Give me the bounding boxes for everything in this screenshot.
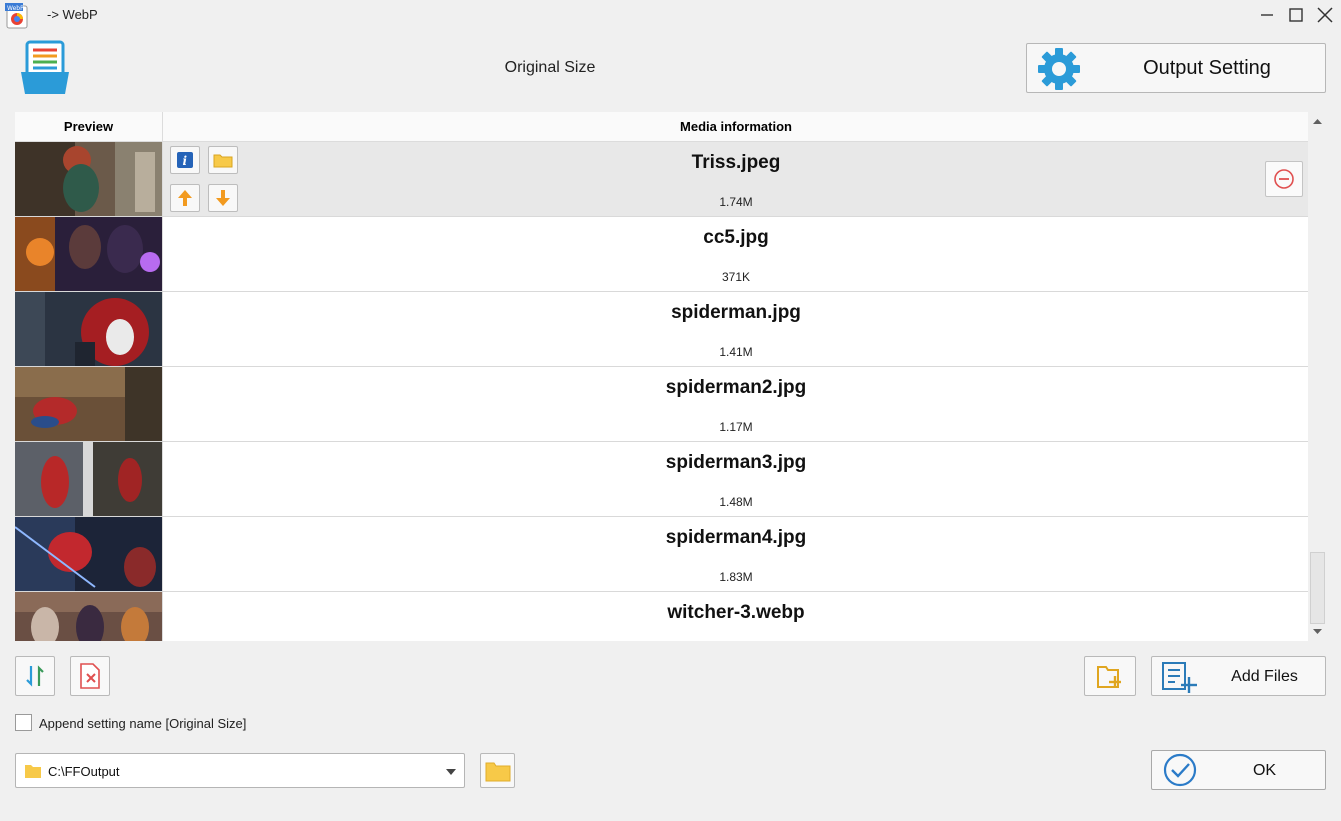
gear-icon [1036,46,1082,92]
output-folder-value: C:\FFOutput [48,764,120,779]
table-row[interactable]: i Triss.jpeg 1.74M [15,142,1308,217]
remove-item-button[interactable] [1265,161,1303,197]
scroll-thumb[interactable] [1310,552,1325,624]
add-files-label: Add Files [1231,668,1298,685]
preview-thumbnail [15,142,163,216]
file-size: 1.74M [719,195,753,209]
browse-folder-button[interactable] [480,753,515,788]
close-button[interactable] [1308,0,1341,30]
svg-text:WebP: WebP [7,5,24,12]
preview-thumbnail [15,367,163,441]
add-folder-icon [1097,666,1121,688]
column-header-preview: Preview [15,112,163,142]
window-title: -> WebP [47,7,98,22]
table-row[interactable]: cc5.jpg 371K [15,217,1308,292]
output-folder-select[interactable]: C:\FFOutput [15,753,465,788]
folder-icon [25,765,41,778]
file-size: 1.17M [719,420,753,434]
preview-thumbnail [15,517,163,591]
preview-thumbnail [15,217,163,291]
output-setting-button[interactable]: Output Setting [1026,43,1326,93]
add-folder-button[interactable] [1084,656,1136,696]
table-header: Preview Media information [15,112,1308,142]
ok-button[interactable]: OK [1151,750,1326,790]
scroll-up-icon[interactable] [1309,114,1326,128]
column-header-media-information: Media information [680,119,792,134]
table-row[interactable]: witcher-3.webp [15,592,1308,641]
sort-button[interactable] [15,656,55,696]
ok-label: OK [1252,762,1277,779]
preview-thumbnail [15,592,163,641]
file-name: cc5.jpg [703,227,769,248]
table-row[interactable]: spiderman.jpg 1.41M [15,292,1308,367]
table-row[interactable]: spiderman4.jpg 1.83M [15,517,1308,592]
folder-icon [485,762,510,781]
file-size: 1.41M [719,345,753,359]
file-name: spiderman.jpg [671,302,801,323]
remove-icon [1274,169,1294,189]
table-row[interactable]: spiderman2.jpg 1.17M [15,367,1308,442]
file-name: witcher-3.webp [667,602,805,623]
vertical-scrollbar[interactable] [1309,112,1326,641]
preview-thumbnail [15,292,163,366]
check-circle-icon [1163,753,1197,787]
minimize-icon [1261,14,1273,16]
table-row[interactable]: spiderman3.jpg 1.48M [15,442,1308,517]
add-files-button[interactable]: Add Files [1151,656,1326,696]
maximize-icon [1289,8,1303,22]
profile-name: Original Size [504,59,596,76]
output-setting-label: Output Setting [1143,57,1271,79]
task-list-icon [19,40,71,96]
file-name: Triss.jpeg [691,152,781,173]
clear-list-button[interactable] [70,656,110,696]
title-bar: WebP -> WebP [0,0,1341,30]
file-list: Preview Media information i Triss.jpeg 1… [15,112,1308,641]
file-size: 1.83M [719,570,753,584]
append-setting-label[interactable]: Append setting name [Original Size] [39,716,246,731]
sort-icon [26,665,44,687]
file-name: spiderman4.jpg [665,527,807,548]
preview-thumbnail [15,442,163,516]
file-name: spiderman3.jpg [665,452,807,473]
scroll-down-icon[interactable] [1309,625,1326,639]
add-files-icon [1162,662,1197,693]
file-name: spiderman2.jpg [665,377,807,398]
append-setting-checkbox[interactable] [15,714,32,731]
app-icon: WebP [4,2,30,30]
chevron-down-icon [446,769,456,775]
file-size: 1.48M [719,495,753,509]
close-icon [1317,7,1333,23]
file-size: 371K [721,270,751,284]
clear-list-icon [80,663,100,689]
